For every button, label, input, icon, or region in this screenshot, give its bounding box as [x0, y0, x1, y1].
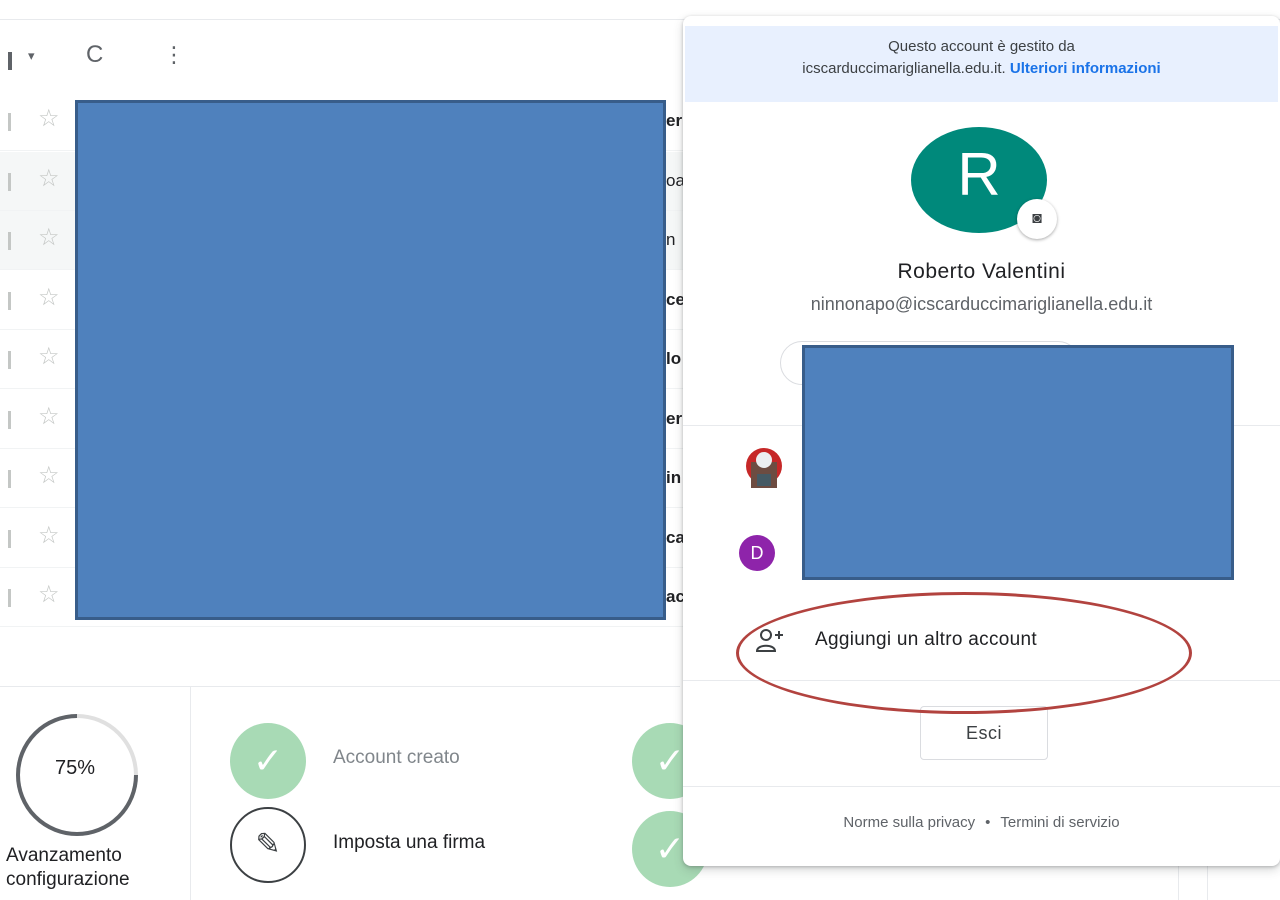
progress-caption-1: Avanzamento	[6, 845, 122, 866]
mail-toolbar: ▾ C ⋮	[0, 30, 680, 90]
terms-link[interactable]: Termini di servizio	[1000, 814, 1119, 831]
row-checkbox[interactable]	[8, 351, 11, 369]
task-signature-button[interactable]: ✎	[230, 807, 306, 883]
row-checkbox[interactable]	[8, 410, 11, 429]
more-info-link[interactable]: Ulteriori informazioni	[1010, 60, 1161, 77]
row-checkbox[interactable]	[8, 529, 11, 548]
divider	[1178, 860, 1179, 900]
divider	[1207, 860, 1208, 900]
add-account-button[interactable]: Aggiungi un altro account	[815, 629, 1037, 651]
star-icon[interactable]: ☆	[38, 345, 60, 369]
star-icon[interactable]: ☆	[38, 166, 60, 191]
setup-progress-section: 75% Avanzamento configurazione ✓ Account…	[0, 686, 708, 900]
star-icon[interactable]: ☆	[38, 107, 60, 131]
managed-domain: icscarduccimariglianella.edu.it.	[802, 60, 1006, 77]
star-icon[interactable]: ☆	[38, 523, 60, 548]
row-checkbox[interactable]	[8, 172, 11, 191]
select-options-chevron-icon[interactable]: ▾	[28, 48, 35, 64]
task-account-created[interactable]: Account creato	[333, 747, 460, 769]
change-photo-button[interactable]: ◙	[1017, 199, 1057, 239]
redacted-area	[802, 345, 1234, 580]
row-checkbox[interactable]	[8, 232, 11, 250]
row-checkbox[interactable]	[8, 589, 11, 607]
row-checkbox[interactable]	[8, 470, 11, 488]
gmail-window: ▾ C ⋮ ☆ er ☆ oa ☆ n ☆ ce ☆ lo ☆ er ☆ in ☆ ca ☆ ac 75% Ava…	[0, 0, 1280, 900]
divider	[683, 786, 1280, 787]
account-avatar-image[interactable]	[737, 444, 791, 492]
account-name: Roberto Valentini	[897, 260, 1066, 283]
account-email: ninnonapo@icscarduccimariglianella.edu.i…	[810, 294, 1153, 314]
star-icon[interactable]: ☆	[38, 404, 60, 429]
star-icon[interactable]: ☆	[38, 464, 60, 488]
camera-icon: ◙	[1032, 210, 1042, 227]
redacted-area	[75, 100, 666, 620]
row-checkbox[interactable]	[8, 291, 11, 310]
refresh-icon[interactable]: C	[86, 43, 103, 67]
panel-footer: Norme sulla privacy • Termini di servizio	[683, 814, 1280, 831]
progress-percent: 75%	[54, 757, 96, 779]
managed-notice-text: Questo account è gestito da	[888, 38, 1075, 55]
check-icon: ✓	[230, 723, 306, 799]
more-options-icon[interactable]: ⋮	[163, 44, 185, 66]
task-set-signature[interactable]: Imposta una firma	[333, 832, 485, 854]
select-all-checkbox[interactable]	[8, 52, 12, 70]
divider	[190, 687, 191, 900]
progress-caption-2: configurazione	[6, 869, 130, 890]
account-avatar-d[interactable]: D	[739, 535, 775, 571]
pencil-icon: ✎	[255, 828, 281, 861]
logout-button[interactable]: Esci	[920, 706, 1048, 760]
star-icon[interactable]: ☆	[38, 583, 60, 607]
managed-account-notice: Questo account è gestito da icscarduccim…	[685, 26, 1278, 102]
star-icon[interactable]: ☆	[38, 285, 60, 310]
row-checkbox[interactable]	[8, 113, 11, 131]
divider	[683, 680, 1280, 681]
privacy-link[interactable]: Norme sulla privacy	[843, 814, 975, 831]
separator-dot: •	[985, 814, 991, 831]
add-person-icon	[755, 629, 783, 652]
star-icon[interactable]: ☆	[38, 226, 60, 250]
